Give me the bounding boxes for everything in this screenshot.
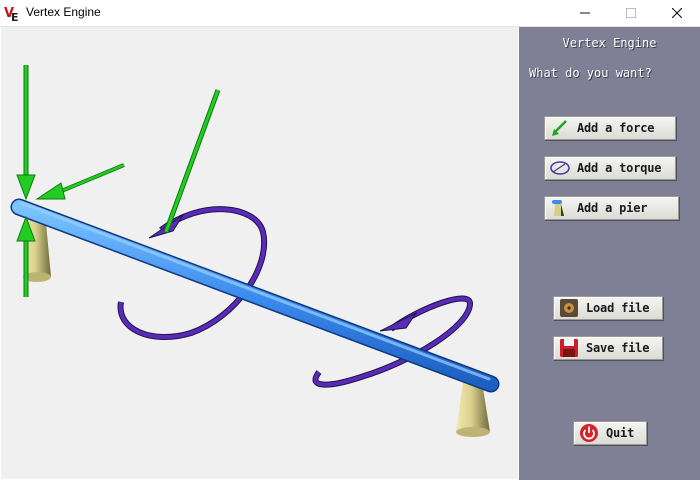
beam[interactable]: [10, 198, 500, 393]
panel-title: Vertex Engine: [562, 36, 657, 50]
save-file-label: Save file: [586, 341, 650, 355]
torque-icon: [550, 161, 570, 175]
power-icon: [580, 424, 598, 442]
disk-icon: [560, 299, 578, 317]
maximize-icon: [626, 8, 636, 18]
control-panel: Vertex Engine What do you want? Add a fo…: [519, 27, 700, 480]
add-pier-button[interactable]: Add a pier: [544, 196, 679, 220]
green-arrow-icon: [552, 120, 567, 136]
add-torque-label: Add a torque: [577, 161, 662, 175]
svg-text:E: E: [11, 11, 19, 22]
pier-icon: [552, 200, 564, 216]
title-bar: V E Vertex Engine: [0, 0, 700, 27]
app-logo-icon: V E: [4, 6, 19, 22]
quit-button[interactable]: Quit: [573, 421, 647, 445]
add-force-label: Add a force: [577, 121, 655, 135]
force-diagonal-small[interactable]: [35, 163, 125, 200]
scene-canvas: [10, 65, 500, 437]
add-force-button[interactable]: Add a force: [544, 116, 676, 140]
maximize-button[interactable]: [608, 0, 654, 26]
floppy-icon: [560, 339, 578, 357]
panel-prompt: What do you want?: [529, 66, 652, 80]
add-torque-button[interactable]: Add a torque: [544, 156, 676, 180]
close-button[interactable]: [654, 0, 700, 26]
load-file-button[interactable]: Load file: [553, 296, 663, 320]
3d-viewport[interactable]: [1, 27, 518, 479]
window-title: Vertex Engine: [26, 5, 101, 19]
close-icon: [672, 8, 682, 18]
minimize-icon: [580, 12, 590, 14]
quit-label: Quit: [606, 426, 635, 440]
save-file-button[interactable]: Save file: [553, 336, 663, 360]
minimize-button[interactable]: [562, 0, 608, 26]
load-file-label: Load file: [586, 301, 650, 315]
force-vertical-top[interactable]: [16, 65, 36, 201]
add-pier-label: Add a pier: [577, 201, 648, 215]
torque-right-arrowhead: [379, 311, 418, 332]
